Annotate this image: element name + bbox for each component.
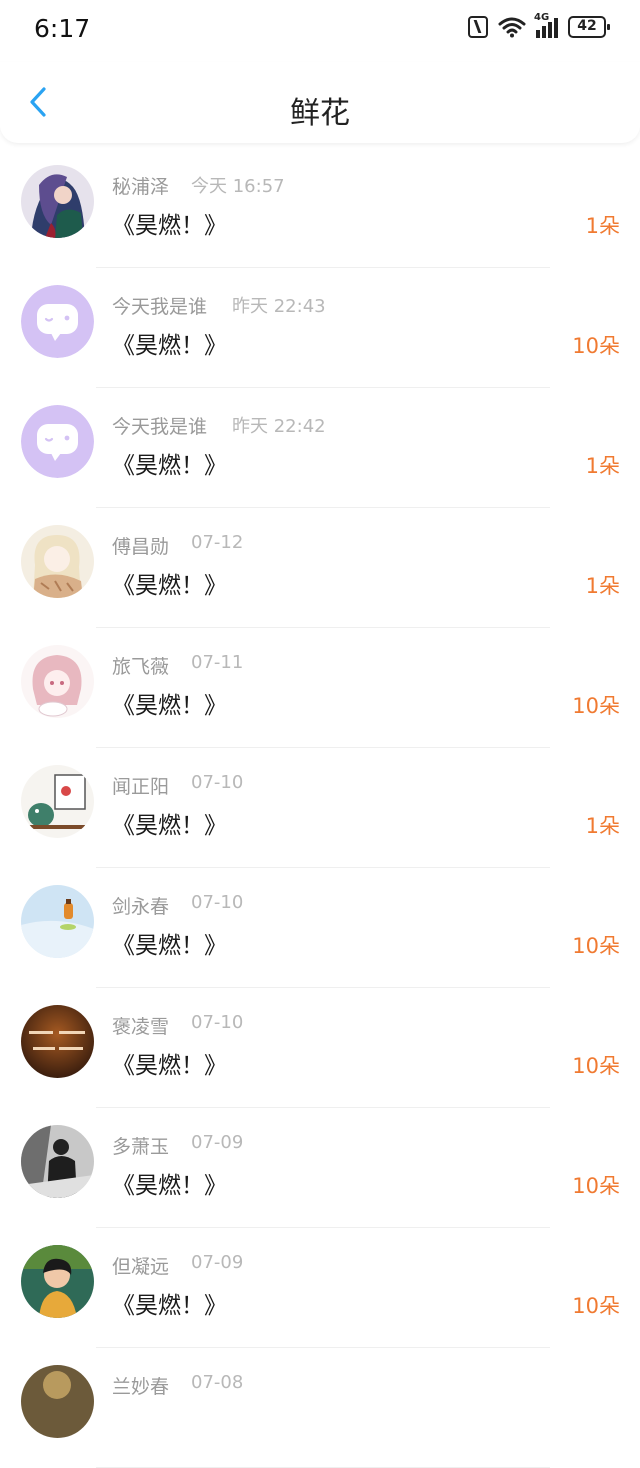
avatar	[21, 1125, 94, 1198]
avatar	[21, 405, 94, 478]
page-title: 鲜花	[290, 96, 350, 131]
flower-count: 1朵	[585, 814, 620, 838]
list-item[interactable]: 闻正阳 07-10 《昊燃！》 1朵	[0, 748, 640, 868]
book-title: 《昊燃！》	[112, 1053, 227, 1079]
avatar	[21, 1365, 94, 1438]
sent-time: 07-10	[191, 1012, 244, 1033]
sender-name: 但凝远	[112, 1256, 170, 1278]
status-icons: 4G 42	[468, 12, 610, 38]
sender-name: 今天我是谁	[112, 296, 208, 318]
list-item[interactable]: 秘浦泽 今天 16:57 《昊燃！》 1朵	[0, 148, 640, 268]
avatar	[21, 765, 94, 838]
signal-icon: 4G	[534, 12, 558, 38]
sender-name: 傅昌勋	[112, 536, 170, 558]
flower-count: 1朵	[585, 454, 620, 478]
book-title: 《昊燃！》	[112, 453, 227, 479]
avatar	[21, 525, 94, 598]
sent-time: 07-08	[191, 1372, 244, 1393]
avatar	[21, 1005, 94, 1078]
flower-count: 10朵	[572, 934, 620, 958]
flower-count: 10朵	[572, 694, 620, 718]
wifi-icon	[498, 17, 526, 38]
flower-count: 10朵	[572, 334, 620, 358]
list-item[interactable]: 但凝远 07-09 《昊燃！》 10朵	[0, 1228, 640, 1348]
book-title: 《昊燃！》	[112, 1173, 227, 1199]
flower-count: 10朵	[572, 1054, 620, 1078]
book-title: 《昊燃！》	[112, 693, 227, 719]
list-item[interactable]: 兰妙春 07-08	[0, 1348, 640, 1468]
sent-time: 昨天 22:43	[232, 296, 326, 317]
sender-name: 旅飞薇	[112, 656, 170, 678]
sent-time: 07-11	[191, 652, 244, 673]
sender-name: 多萧玉	[112, 1136, 170, 1158]
sender-name: 今天我是谁	[112, 416, 208, 438]
header: 鲜花	[0, 62, 640, 143]
chat-bubble-icon	[21, 285, 94, 358]
list-item[interactable]: 傅昌勋 07-12 《昊燃！》 1朵	[0, 508, 640, 628]
avatar	[21, 1245, 94, 1318]
list-item[interactable]: 今天我是谁 昨天 22:42 《昊燃！》 1朵	[0, 388, 640, 508]
chat-bubble-icon	[21, 405, 94, 478]
sender-name: 剑永春	[112, 896, 170, 918]
book-title: 《昊燃！》	[112, 933, 227, 959]
avatar	[21, 285, 94, 358]
avatar	[21, 645, 94, 718]
flower-list: 秘浦泽 今天 16:57 《昊燃！》 1朵 今天我是谁 昨天 22:43 《昊燃…	[0, 148, 640, 1468]
sent-time: 昨天 22:42	[232, 416, 326, 437]
sent-time: 07-09	[191, 1252, 244, 1273]
sender-name: 兰妙春	[112, 1376, 170, 1398]
book-title: 《昊燃！》	[112, 1293, 227, 1319]
list-item[interactable]: 多萧玉 07-09 《昊燃！》 10朵	[0, 1108, 640, 1228]
sent-time: 今天 16:57	[191, 176, 285, 197]
avatar	[21, 885, 94, 958]
battery-icon: 42	[568, 16, 610, 38]
nfc-icon	[468, 16, 488, 38]
flower-count: 10朵	[572, 1294, 620, 1318]
avatar	[21, 165, 94, 238]
list-item[interactable]: 旅飞薇 07-11 《昊燃！》 10朵	[0, 628, 640, 748]
book-title: 《昊燃！》	[112, 573, 227, 599]
network-label: 4G	[534, 12, 550, 23]
list-item[interactable]: 褒凌雪 07-10 《昊燃！》 10朵	[0, 988, 640, 1108]
book-title: 《昊燃！》	[112, 813, 227, 839]
list-item[interactable]: 今天我是谁 昨天 22:43 《昊燃！》 10朵	[0, 268, 640, 388]
sender-name: 闻正阳	[112, 776, 170, 798]
list-item[interactable]: 剑永春 07-10 《昊燃！》 10朵	[0, 868, 640, 988]
sent-time: 07-10	[191, 892, 244, 913]
sent-time: 07-10	[191, 772, 244, 793]
status-time: 6:17	[34, 14, 91, 43]
flower-count: 1朵	[585, 214, 620, 238]
book-title: 《昊燃！》	[112, 333, 227, 359]
book-title: 《昊燃！》	[112, 213, 227, 239]
flower-count: 1朵	[585, 574, 620, 598]
sent-time: 07-09	[191, 1132, 244, 1153]
sender-name: 秘浦泽	[112, 176, 170, 198]
sender-name: 褒凌雪	[112, 1016, 170, 1038]
status-bar: 6:17 4G 42	[0, 0, 640, 62]
sent-time: 07-12	[191, 532, 244, 553]
flower-count: 10朵	[572, 1174, 620, 1198]
